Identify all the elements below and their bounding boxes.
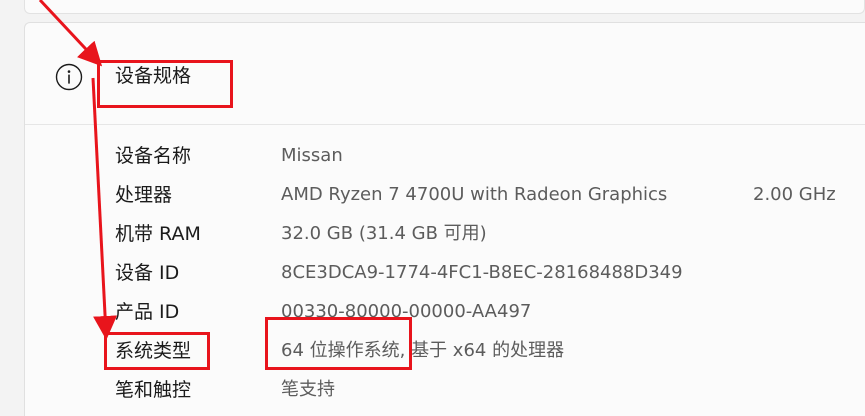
spec-row-processor: 处理器 AMD Ryzen 7 4700U with Radeon Graphi… (25, 182, 865, 220)
annotation-box-title (97, 60, 233, 108)
spec-label: 笔和触控 (115, 379, 192, 401)
info-icon (55, 63, 83, 91)
annotation-box-system-type-value (265, 317, 412, 370)
spec-value: AMD Ryzen 7 4700U with Radeon Graphics (281, 184, 668, 205)
spec-row-pen-touch: 笔和触控 笔支持 (25, 377, 865, 415)
processor-speed: 2.00 GHz (753, 184, 836, 205)
spec-label: 产品 ID (115, 301, 180, 323)
spec-label: 设备名称 (115, 145, 192, 167)
spec-label: 处理器 (115, 184, 173, 206)
spec-row-device-id: 设备 ID 8CE3DCA9-1774-4FC1-B8EC-28168488D3… (25, 260, 865, 298)
spec-value: 笔支持 (281, 379, 335, 400)
spec-label: 机带 RAM (115, 223, 201, 245)
annotation-box-system-type-label (104, 332, 210, 370)
spec-row-ram: 机带 RAM 32.0 GB (31.4 GB 可用) (25, 221, 865, 259)
spec-value: 8CE3DCA9-1774-4FC1-B8EC-28168488D349 (281, 262, 683, 283)
spec-value: Missan (281, 145, 343, 166)
spec-row-device-name: 设备名称 Missan (25, 143, 865, 181)
spec-value: 32.0 GB (31.4 GB 可用) (281, 223, 487, 244)
spec-label: 设备 ID (115, 262, 180, 284)
previous-section-card (24, 0, 865, 14)
